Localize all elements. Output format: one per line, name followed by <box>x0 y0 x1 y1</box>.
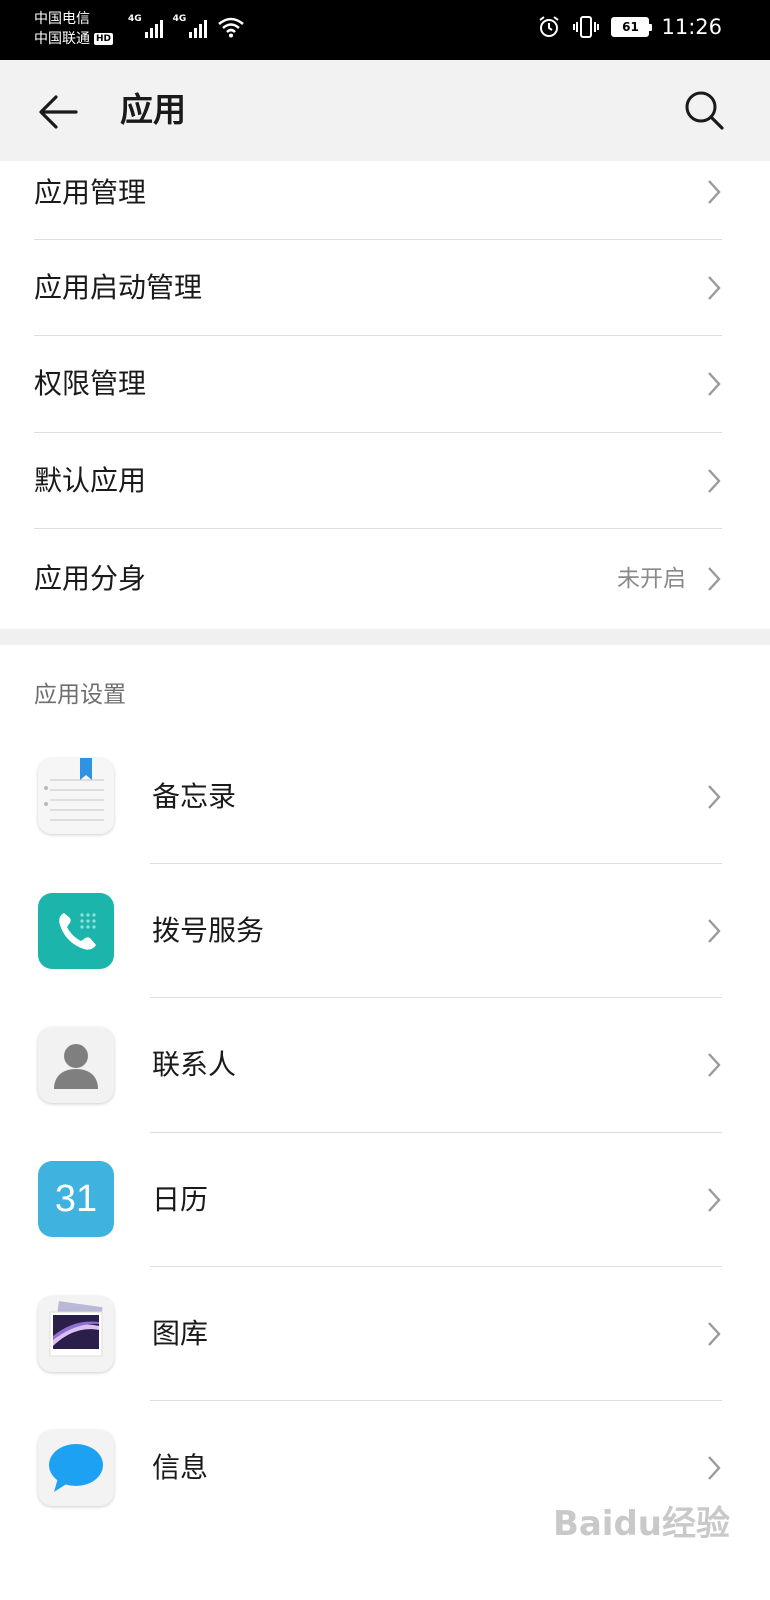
contacts-icon <box>38 1027 114 1103</box>
menu-item-app-twin[interactable]: 应用分身 未开启 <box>0 529 770 629</box>
app-item-gallery[interactable]: 图库 <box>0 1267 770 1401</box>
signal-indicators: 4G 4G <box>128 14 245 38</box>
calendar-icon: 31 <box>38 1161 114 1237</box>
menu-item-app-management[interactable]: 应用管理 <box>0 161 770 240</box>
top-app-bar: 应用 <box>0 60 770 161</box>
calendar-icon-text: 31 <box>54 1177 98 1220</box>
signal-2-icon: 4G <box>173 14 208 38</box>
wifi-icon <box>218 17 245 38</box>
network-type-2: 4G <box>172 14 187 24</box>
menu-item-label: 应用分身 <box>34 562 147 595</box>
chevron-right-icon <box>708 180 721 204</box>
carrier-info: 中国电信 中国联通 HD <box>34 9 114 49</box>
status-right: 61 11:26 <box>537 15 722 39</box>
notepad-icon <box>38 758 114 834</box>
app-item-calendar[interactable]: 31 日历 <box>0 1133 770 1267</box>
vibrate-icon <box>573 16 600 38</box>
app-item-label: 日历 <box>152 1183 209 1216</box>
chevron-right-icon <box>708 372 721 396</box>
menu-item-label: 应用启动管理 <box>34 271 203 304</box>
app-item-notepad[interactable]: 备忘录 <box>0 730 770 864</box>
chevron-right-icon <box>708 919 721 943</box>
app-item-label: 备忘录 <box>152 780 237 813</box>
alarm-icon <box>539 16 560 37</box>
menu-item-label: 权限管理 <box>34 367 147 400</box>
chevron-right-icon <box>708 567 721 591</box>
chevron-right-icon <box>708 1188 721 1212</box>
gallery-icon <box>38 1296 114 1372</box>
chevron-right-icon <box>708 276 721 300</box>
app-item-dialer[interactable]: 拨号服务 <box>0 864 770 998</box>
chevron-right-icon <box>708 1456 721 1480</box>
menu-item-label: 应用管理 <box>34 176 147 209</box>
menu-item-permission-management[interactable]: 权限管理 <box>0 336 770 432</box>
app-twin-status: 未开启 <box>617 566 686 592</box>
hd-badge: HD <box>94 33 114 45</box>
chevron-right-icon <box>708 1053 721 1077</box>
app-item-label: 图库 <box>152 1317 209 1350</box>
app-item-label: 联系人 <box>152 1048 237 1081</box>
clock: 11:26 <box>661 15 722 39</box>
page-title: 应用 <box>120 90 186 129</box>
battery-icon: 61 <box>611 17 653 37</box>
app-item-contacts[interactable]: 联系人 <box>0 998 770 1132</box>
message-icon <box>38 1430 114 1506</box>
chevron-right-icon <box>708 785 721 809</box>
menu-item-default-apps[interactable]: 默认应用 <box>0 433 770 529</box>
phone-icon <box>38 893 114 969</box>
app-item-label: 拨号服务 <box>152 914 265 947</box>
network-type-1: 4G <box>128 14 142 24</box>
menu-item-label: 默认应用 <box>34 464 147 497</box>
watermark: Baidu经验 <box>552 1504 730 1544</box>
chevron-right-icon <box>708 1322 721 1346</box>
status-bar: 中国电信 中国联通 HD 4G 4G 61 11:26 <box>0 0 770 60</box>
chevron-right-icon <box>708 469 721 493</box>
carrier-1: 中国电信 <box>34 11 90 27</box>
back-arrow-icon[interactable] <box>36 90 80 134</box>
section-header-app-settings: 应用设置 <box>34 682 126 708</box>
signal-1-icon: 4G <box>128 14 163 38</box>
section-separator <box>0 629 770 645</box>
menu-item-startup-management[interactable]: 应用启动管理 <box>0 240 770 336</box>
app-item-label: 信息 <box>152 1451 209 1484</box>
search-icon[interactable] <box>682 88 726 132</box>
carrier-2: 中国联通 <box>34 31 90 47</box>
